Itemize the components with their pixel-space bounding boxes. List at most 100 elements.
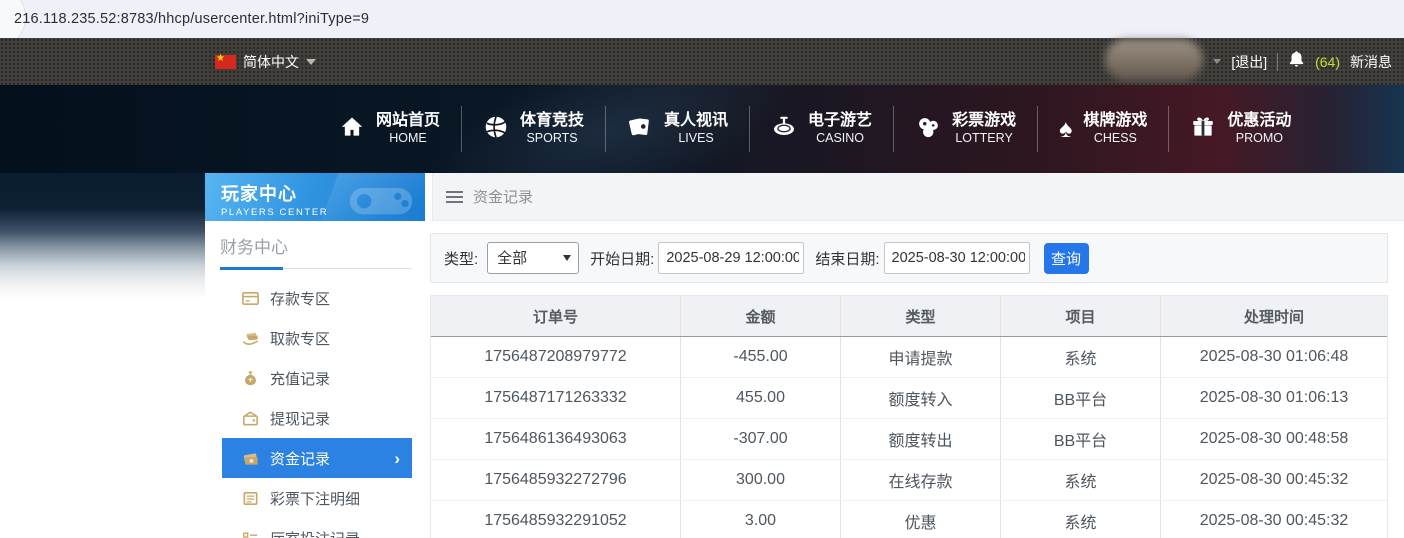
sidebar-item-label: 彩票下注明细 bbox=[270, 488, 360, 509]
table-row: 1756485932272796 300.00 在线存款 系统 2025-08-… bbox=[431, 460, 1387, 501]
table-row: 1756487171263332 455.00 额度转入 BB平台 2025-0… bbox=[431, 378, 1387, 419]
china-flag-icon: ★ bbox=[215, 55, 236, 69]
cell-project: 系统 bbox=[1001, 460, 1161, 500]
sidebar-item-label: 充值记录 bbox=[270, 368, 330, 389]
sidebar: 玩家中心 PLAYERS CENTER 财务中心 存款专区 bbox=[205, 173, 425, 538]
cell-order-no: 1756487208979772 bbox=[431, 337, 681, 377]
browser-url-bar: 216.118.235.52:8783/hhcp/usercenter.html… bbox=[0, 0, 1404, 38]
nav-item-home[interactable]: 网站首页 HOME bbox=[318, 111, 461, 147]
cell-amount: 3.00 bbox=[681, 501, 841, 538]
divider bbox=[1277, 53, 1278, 71]
nav-label-en: LOTTERY bbox=[955, 131, 1012, 147]
sidebar-item-topup-records[interactable]: 充值记录 bbox=[205, 358, 412, 398]
cell-time: 2025-08-30 01:06:48 bbox=[1161, 337, 1387, 377]
username-blurred[interactable] bbox=[1105, 39, 1203, 81]
cell-order-no: 1756486136493063 bbox=[431, 419, 681, 459]
chevron-right-icon: › bbox=[394, 450, 400, 467]
list-icon bbox=[240, 528, 260, 538]
language-label: 简体中文 bbox=[243, 52, 299, 72]
nav-label-zh: 电子游艺 bbox=[808, 111, 872, 131]
sidebar-header: 玩家中心 PLAYERS CENTER bbox=[205, 173, 425, 221]
sports-ball-icon bbox=[483, 114, 509, 145]
language-selector[interactable]: ★ 简体中文 bbox=[215, 52, 316, 72]
cell-time: 2025-08-30 00:45:32 bbox=[1161, 501, 1387, 538]
menu-icon[interactable] bbox=[446, 191, 463, 203]
sidebar-item-lottery-bets[interactable]: 彩票下注明细 bbox=[205, 478, 412, 518]
column-header: 类型 bbox=[841, 296, 1001, 336]
table-body: 1756487208979772 -455.00 申请提款 系统 2025-08… bbox=[431, 337, 1387, 538]
nav-label-zh: 真人视讯 bbox=[664, 111, 728, 131]
cell-type: 在线存款 bbox=[841, 460, 1001, 500]
cell-project: BB平台 bbox=[1001, 419, 1161, 459]
nav-label-zh: 体育竞技 bbox=[520, 111, 584, 131]
page: 216.118.235.52:8783/hhcp/usercenter.html… bbox=[0, 0, 1404, 538]
column-header: 处理时间 bbox=[1161, 296, 1387, 336]
money-bag-icon bbox=[240, 368, 260, 388]
lottery-balls-icon bbox=[915, 114, 941, 145]
home-icon bbox=[339, 114, 365, 145]
nav-label-en: HOME bbox=[389, 131, 427, 147]
banknotes-icon bbox=[240, 448, 260, 468]
nav-item-chess[interactable]: ♠ 棋牌游戏 CHESS bbox=[1038, 111, 1168, 147]
page-body: 玩家中心 PLAYERS CENTER 财务中心 存款专区 bbox=[0, 173, 1404, 538]
type-select-wrap: 全部 bbox=[487, 242, 579, 274]
playing-cards-icon bbox=[627, 114, 653, 145]
nav-item-lives[interactable]: 真人视讯 LIVES bbox=[606, 111, 749, 147]
nav-label-zh: 网站首页 bbox=[376, 111, 440, 131]
nav-label-zh: 彩票游戏 bbox=[952, 111, 1016, 131]
breadcrumb-bar: 资金记录 bbox=[432, 173, 1404, 221]
url-field[interactable]: 216.118.235.52:8783/hhcp/usercenter.html… bbox=[14, 11, 369, 27]
gamepad-icon bbox=[345, 178, 417, 221]
cell-order-no: 1756487171263332 bbox=[431, 378, 681, 418]
nav-item-sports[interactable]: 体育竞技 SPORTS bbox=[462, 111, 605, 147]
logout-button[interactable]: [退出] bbox=[1231, 52, 1267, 72]
search-button[interactable]: 查询 bbox=[1044, 243, 1089, 274]
cell-type: 额度转出 bbox=[841, 419, 1001, 459]
type-label: 类型: bbox=[444, 248, 478, 269]
sidebar-item-withdraw[interactable]: 取款专区 bbox=[205, 318, 412, 358]
filter-bar: 类型: 全部 开始日期: 结束日期: 查询 bbox=[430, 233, 1388, 283]
sidebar-item-label: 厅室投注记录 bbox=[270, 528, 360, 538]
cell-amount: 455.00 bbox=[681, 378, 841, 418]
sidebar-item-funds-records[interactable]: 资金记录 › bbox=[222, 438, 412, 478]
start-date-input[interactable] bbox=[658, 242, 804, 274]
start-date-label: 开始日期: bbox=[590, 248, 654, 269]
cell-time: 2025-08-30 00:48:58 bbox=[1161, 419, 1387, 459]
deposit-card-icon bbox=[240, 288, 260, 308]
message-label[interactable]: 新消息 bbox=[1350, 52, 1392, 72]
section-underline bbox=[220, 267, 412, 270]
nav-item-casino[interactable]: 电子游艺 CASINO bbox=[750, 111, 893, 147]
table-row: 1756486136493063 -307.00 额度转出 BB平台 2025-… bbox=[431, 419, 1387, 460]
nav-item-promo[interactable]: 优惠活动 PROMO bbox=[1169, 111, 1312, 147]
type-select[interactable]: 全部 bbox=[487, 242, 579, 274]
cell-type: 优惠 bbox=[841, 501, 1001, 538]
sidebar-subtitle: PLAYERS CENTER bbox=[221, 207, 425, 218]
nav-label-zh: 棋牌游戏 bbox=[1083, 111, 1147, 131]
cell-order-no: 1756485932272796 bbox=[431, 460, 681, 500]
account-bar: ★ 简体中文 [退出] (64) 新消息 bbox=[0, 38, 1404, 85]
sidebar-item-deposit[interactable]: 存款专区 bbox=[205, 278, 412, 318]
end-date-input[interactable] bbox=[884, 242, 1030, 274]
chevron-down-icon bbox=[306, 59, 316, 65]
left-background-fade bbox=[0, 173, 205, 299]
column-header: 金额 bbox=[681, 296, 841, 336]
sidebar-item-hall-bets[interactable]: 厅室投注记录 bbox=[205, 518, 412, 538]
cell-project: BB平台 bbox=[1001, 378, 1161, 418]
column-header: 订单号 bbox=[431, 296, 681, 336]
nav-label-en: PROMO bbox=[1236, 131, 1283, 147]
cell-amount: 300.00 bbox=[681, 460, 841, 500]
bell-icon[interactable] bbox=[1288, 50, 1305, 73]
sidebar-item-label: 取款专区 bbox=[270, 328, 330, 349]
sidebar-item-withdraw-records[interactable]: 提现记录 bbox=[205, 398, 412, 438]
sidebar-item-label: 提现记录 bbox=[270, 408, 330, 429]
cell-amount: -455.00 bbox=[681, 337, 841, 377]
table-row: 1756485932291052 3.00 优惠 系统 2025-08-30 0… bbox=[431, 501, 1387, 538]
sidebar-section-title: 财务中心 bbox=[220, 233, 412, 258]
nav-item-lottery[interactable]: 彩票游戏 LOTTERY bbox=[894, 111, 1037, 147]
message-count[interactable]: (64) bbox=[1315, 54, 1340, 70]
nav-label-en: SPORTS bbox=[526, 131, 577, 147]
cell-amount: -307.00 bbox=[681, 419, 841, 459]
nav-label-en: CASINO bbox=[816, 131, 864, 147]
funds-table: 订单号 金额 类型 项目 处理时间 1756487208979772 -455.… bbox=[430, 295, 1388, 538]
document-icon bbox=[240, 488, 260, 508]
